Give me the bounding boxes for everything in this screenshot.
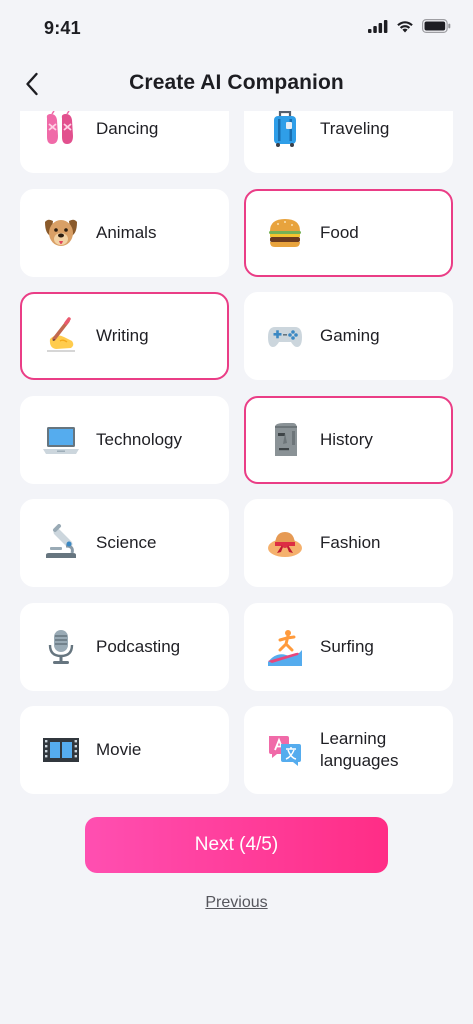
interest-card-movie[interactable]: Movie bbox=[20, 706, 229, 794]
hamburger-icon bbox=[266, 214, 304, 252]
header: Create AI Companion bbox=[0, 60, 473, 108]
microscope-icon bbox=[42, 524, 80, 562]
interest-label: Fashion bbox=[320, 533, 381, 552]
interest-card-dancing[interactable]: Dancing bbox=[20, 111, 229, 173]
interests-scroll-area[interactable]: Dancing Traveling Animals Food Writing G… bbox=[0, 111, 473, 801]
interest-card-surfing[interactable]: Surfing bbox=[244, 602, 453, 691]
womans-hat-icon bbox=[266, 524, 304, 562]
ballet-shoes-icon bbox=[42, 111, 80, 148]
interest-card-learning-languages[interactable]: Learning languages bbox=[244, 706, 453, 794]
interest-label: Science bbox=[96, 533, 157, 552]
interest-card-technology[interactable]: Technology bbox=[20, 395, 229, 484]
interest-label: Gaming bbox=[320, 326, 380, 345]
status-time: 9:41 bbox=[44, 18, 81, 38]
interest-label: Animals bbox=[96, 222, 157, 242]
interest-label: Podcasting bbox=[96, 636, 181, 656]
interest-label: Writing bbox=[96, 326, 149, 345]
interest-card-gaming[interactable]: Gaming bbox=[244, 292, 453, 380]
interest-card-animals[interactable]: Animals bbox=[20, 188, 229, 277]
previous-link[interactable]: Previous bbox=[0, 894, 473, 912]
wifi-icon bbox=[397, 20, 413, 32]
battery-icon bbox=[422, 19, 451, 33]
interest-label: Technology bbox=[96, 429, 183, 449]
language-icon bbox=[266, 731, 304, 769]
moai-icon bbox=[266, 421, 304, 459]
studio-microphone-icon bbox=[42, 628, 80, 666]
laptop-icon bbox=[42, 421, 80, 459]
dog-face-icon bbox=[42, 214, 80, 252]
interests-grid: Dancing Traveling Animals Food Writing G… bbox=[20, 111, 453, 794]
interest-card-writing[interactable]: Writing bbox=[20, 292, 229, 380]
interest-card-traveling[interactable]: Traveling bbox=[244, 111, 453, 173]
interest-label: Movie bbox=[96, 740, 142, 759]
writing-hand-icon bbox=[42, 317, 80, 355]
interest-card-fashion[interactable]: Fashion bbox=[244, 499, 453, 587]
interest-label: Learning languages bbox=[320, 729, 399, 770]
interest-label: Surfing bbox=[320, 636, 374, 656]
game-controller-icon bbox=[266, 317, 304, 355]
film-frames-icon bbox=[42, 731, 80, 769]
interest-label: Traveling bbox=[320, 119, 390, 138]
interest-card-food[interactable]: Food bbox=[244, 188, 453, 277]
luggage-icon bbox=[266, 111, 304, 148]
interest-label: Dancing bbox=[96, 119, 159, 138]
page-title: Create AI Companion bbox=[129, 71, 344, 94]
interest-label: History bbox=[320, 429, 373, 449]
surfer-icon bbox=[266, 628, 304, 666]
interest-label: Food bbox=[320, 222, 359, 242]
status-bar: 9:41 bbox=[0, 0, 473, 56]
interest-card-science[interactable]: Science bbox=[20, 499, 229, 587]
interest-card-podcasting[interactable]: Podcasting bbox=[20, 602, 229, 691]
status-icons bbox=[368, 19, 451, 33]
interest-card-history[interactable]: History bbox=[244, 395, 453, 484]
cellular-signal-icon bbox=[368, 19, 388, 33]
next-button[interactable]: Next (4/5) bbox=[85, 817, 388, 873]
